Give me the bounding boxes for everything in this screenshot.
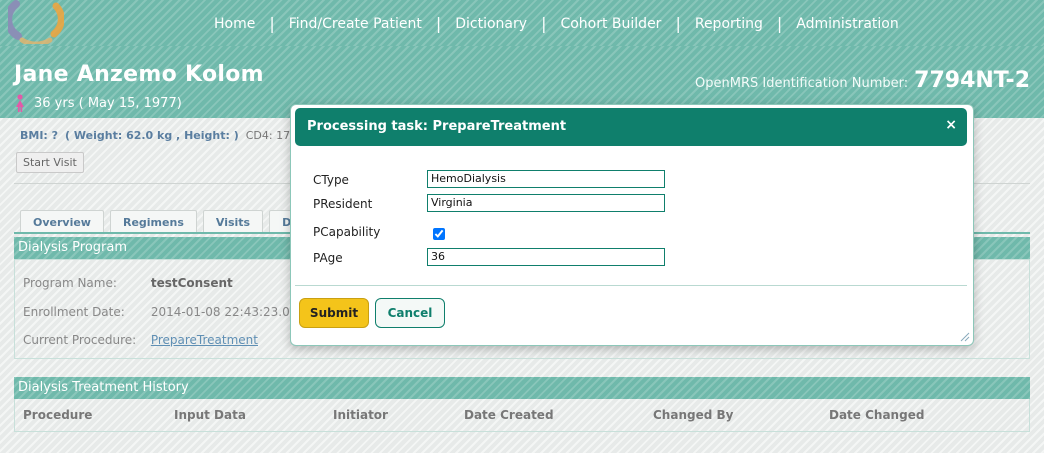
ctype-label: CType [313,173,349,187]
top-nav-bar: Home | Find/Create Patient | Dictionary … [0,0,1044,46]
patient-age-dob: 36 yrs ( May 15, 1977) [34,95,182,111]
processing-task-dialog: Processing task: PrepareTreatment × CTyp… [290,104,974,346]
enrollment-date-value: 2014-01-08 22:43:23.0 [150,305,290,319]
program-name-label: Program Name: [23,276,117,290]
tab-regimens[interactable]: Regimens [109,210,197,234]
column-header[interactable]: Changed By [653,408,733,422]
dialog-title-bar[interactable]: Processing task: PrepareTreatment × [295,108,967,146]
column-header[interactable]: Initiator [333,408,388,422]
patient-name: Jane Anzemo Kolom [14,62,264,87]
nav-find-create-patient[interactable]: Find/Create Patient [275,16,436,32]
submit-button[interactable]: Submit [299,298,369,328]
cancel-button[interactable]: Cancel [375,298,445,328]
nav-reporting[interactable]: Reporting [681,16,777,32]
enrollment-date-row: Enrollment Date: 2014-01-08 22:43:23.0 [23,305,290,319]
dialog-divider [295,285,967,286]
close-icon[interactable]: × [945,117,957,133]
section-heading: Dialysis Treatment History [14,377,1030,399]
president-label: PResident [313,197,373,211]
patient-demographics: 36 yrs ( May 15, 1977) [14,94,182,112]
president-input[interactable] [427,194,665,212]
bmi-detail: ( Weight: 62.0 kg , Height: ) [65,129,239,142]
patient-vitals-row: BMI: ? ( Weight: 62.0 kg , Height: ) CD4… [20,129,290,142]
program-name-row: Program Name: testConsent [23,276,233,290]
nav-dictionary[interactable]: Dictionary [441,16,541,32]
identifier-label: OpenMRS Identification Number: [695,76,909,91]
start-visit-button[interactable]: Start Visit [16,152,84,173]
tab-overview[interactable]: Overview [20,210,104,234]
cd4-label: CD4: 17 [245,129,291,142]
main-nav: Home | Find/Create Patient | Dictionary … [200,14,913,33]
current-procedure-label: Current Procedure: [23,333,137,347]
pcapability-checkbox[interactable] [433,228,445,240]
column-header[interactable]: Date Created [464,408,554,422]
patient-tabs: Overview Regimens Visits De [20,210,318,234]
history-table-header: Procedure Input Data Initiator Date Crea… [14,399,1030,432]
current-procedure-link[interactable]: PrepareTreatment [151,333,258,347]
nav-administration[interactable]: Administration [782,16,912,32]
resize-handle-icon[interactable] [958,330,970,342]
female-icon [16,94,24,112]
nav-cohort-builder[interactable]: Cohort Builder [546,16,675,32]
page-input[interactable] [427,248,665,266]
current-procedure-row: Current Procedure: PrepareTreatment [23,333,258,347]
bmi-label: BMI: ? [20,129,59,142]
column-header[interactable]: Date Changed [829,408,924,422]
pcapability-label: PCapability [313,225,381,239]
nav-home[interactable]: Home [200,16,269,32]
treatment-history-section: Dialysis Treatment History Procedure Inp… [14,377,1030,433]
enrollment-date-label: Enrollment Date: [23,305,125,319]
patient-identifier: OpenMRS Identification Number: 7794NT-2 [695,68,1030,93]
dialog-title: Processing task: PrepareTreatment [307,119,567,134]
program-name-value: testConsent [150,276,233,290]
page-label: PAge [313,251,343,265]
openmrs-logo[interactable] [8,0,64,44]
identifier-value: 7794NT-2 [914,68,1030,93]
column-header[interactable]: Procedure [23,408,92,422]
ctype-input[interactable] [427,170,665,188]
column-header[interactable]: Input Data [174,408,246,422]
tab-visits[interactable]: Visits [202,210,264,234]
